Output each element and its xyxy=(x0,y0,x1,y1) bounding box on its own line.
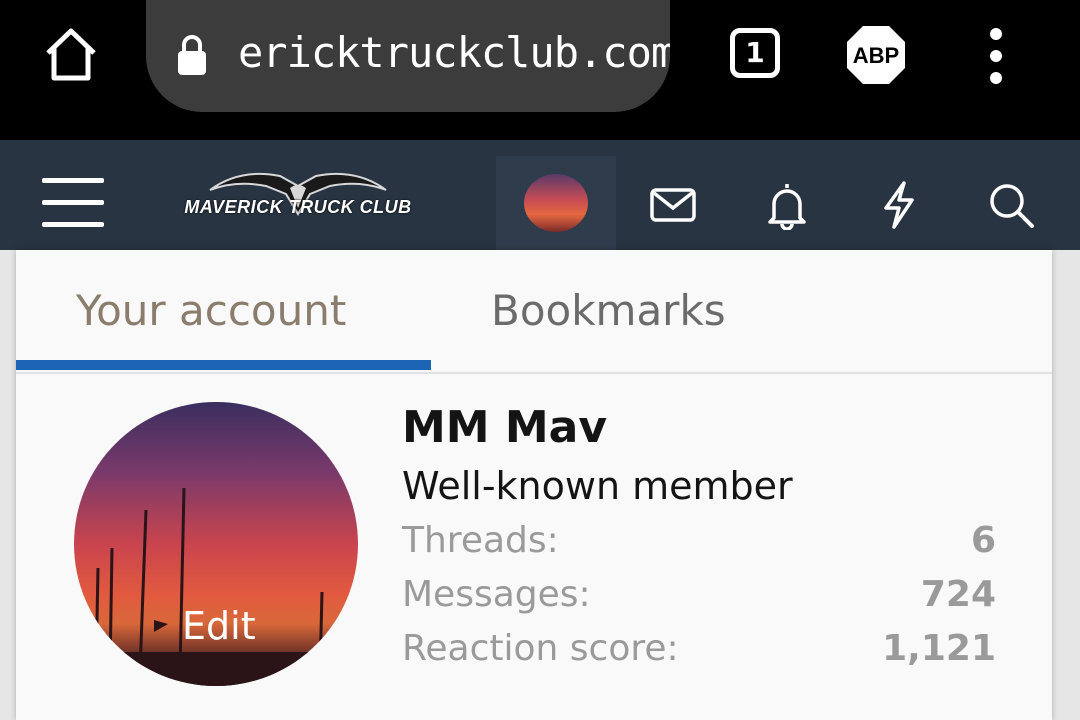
user-title: Well-known member xyxy=(402,464,793,508)
username[interactable]: MM Mav xyxy=(402,402,607,453)
stat-label: Reaction score: xyxy=(402,628,679,669)
account-avatar-button[interactable] xyxy=(496,156,616,250)
active-tab-indicator xyxy=(16,360,431,370)
stat-row-threads: Threads: 6 xyxy=(402,520,996,570)
tab-switcher-button[interactable]: 1 xyxy=(730,28,780,78)
lock-icon xyxy=(178,35,206,75)
profile-avatar[interactable]: Edit xyxy=(74,402,358,686)
more-menu-icon[interactable] xyxy=(984,28,1008,84)
logo-text: MAVERICK TRUCK CLUB xyxy=(184,197,412,217)
search-icon[interactable] xyxy=(986,180,1036,230)
tab-bookmarks[interactable]: Bookmarks xyxy=(491,286,726,335)
hamburger-menu-icon[interactable] xyxy=(42,178,104,228)
account-dropdown-panel: Your account Bookmarks Edit MM Mav Well-… xyxy=(16,250,1052,720)
stat-label: Messages: xyxy=(402,574,591,615)
browser-toolbar: ericktruckclub.com 1 ABP xyxy=(0,0,1080,140)
site-header: MAVERICK TRUCK CLUB xyxy=(0,140,1080,250)
account-tabs: Your account Bookmarks xyxy=(16,250,1052,374)
adblock-icon[interactable]: ABP xyxy=(845,24,907,86)
adblock-label: ABP xyxy=(853,43,899,68)
stat-value: 724 xyxy=(920,574,996,615)
address-bar[interactable]: ericktruckclub.com xyxy=(146,0,670,112)
stat-value: 1,121 xyxy=(882,628,996,669)
tab-your-account[interactable]: Your account xyxy=(76,286,346,335)
envelope-icon[interactable] xyxy=(648,180,698,230)
bell-icon[interactable] xyxy=(762,180,812,230)
stat-label: Threads: xyxy=(402,520,559,561)
stat-value: 6 xyxy=(970,520,996,561)
lightning-icon[interactable] xyxy=(874,180,924,230)
avatar-edit-label[interactable]: Edit xyxy=(182,604,256,648)
stat-row-reaction-score: Reaction score: 1,121 xyxy=(402,628,996,678)
avatar xyxy=(524,174,588,232)
url-text: ericktruckclub.com xyxy=(238,28,670,77)
home-icon[interactable] xyxy=(42,26,100,84)
site-logo[interactable]: MAVERICK TRUCK CLUB xyxy=(170,164,426,230)
stat-row-messages: Messages: 724 xyxy=(402,574,996,624)
